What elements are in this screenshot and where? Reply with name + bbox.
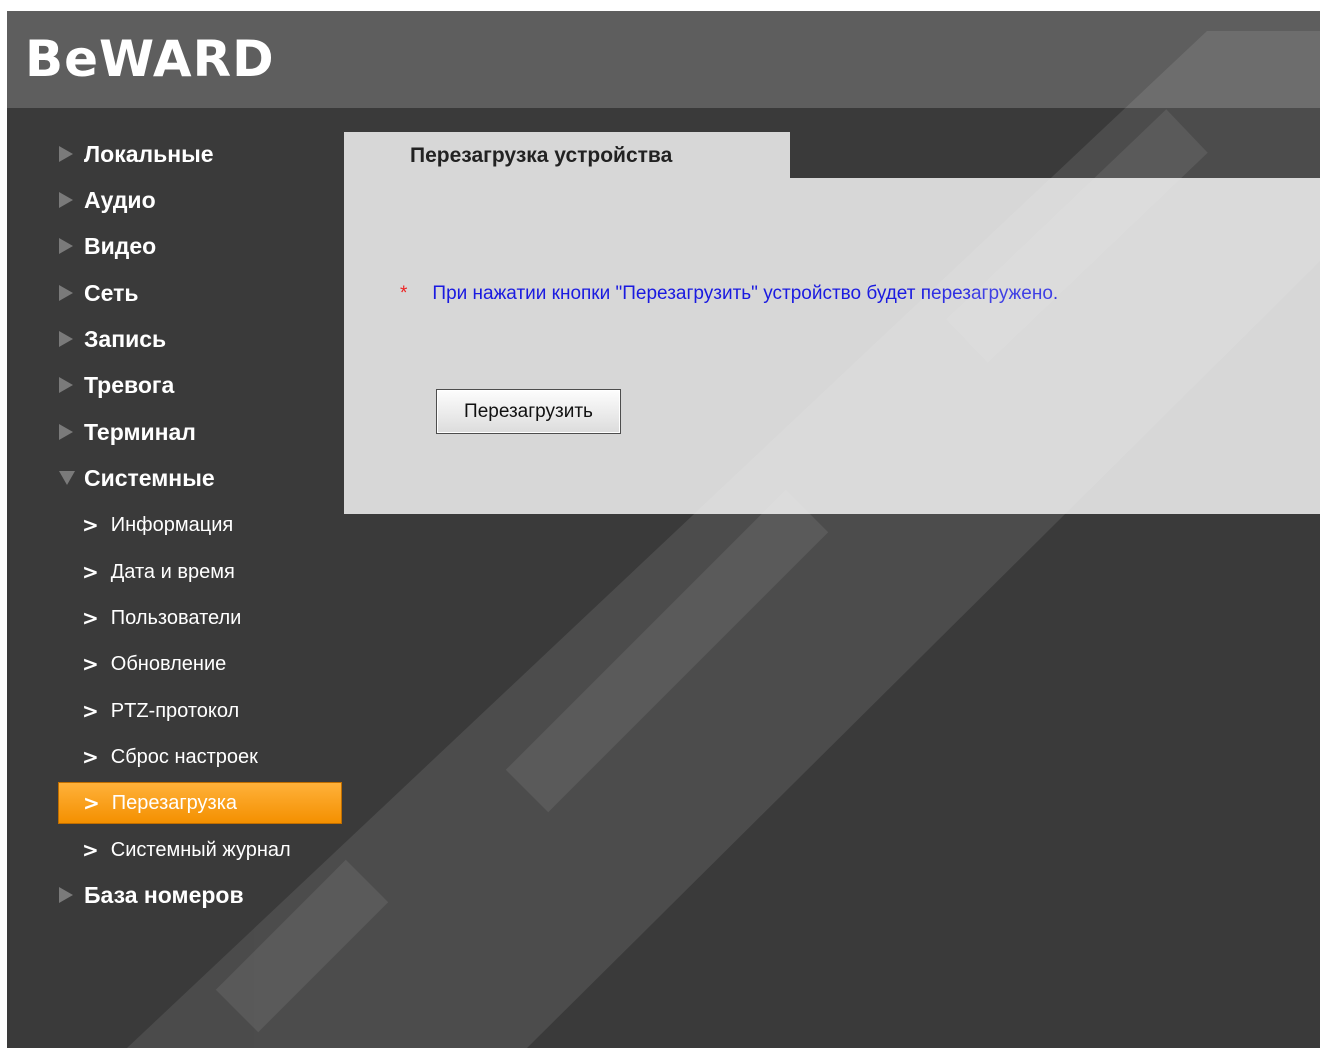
sidebar-item-local[interactable]: Локальные: [59, 134, 214, 174]
sidebar-subitem-label: Системный журнал: [110, 838, 291, 861]
sidebar-subitem-label: Информация: [110, 513, 234, 536]
sidebar-subitem-label: Перезагрузка: [111, 791, 238, 814]
sidebar-item-terminal[interactable]: Терминал: [59, 412, 196, 452]
sidebar-item-video[interactable]: Видео: [59, 226, 156, 266]
sidebar-subitem-users[interactable]: > Пользователи: [58, 597, 342, 639]
sidebar-item-number-base[interactable]: База номеров: [59, 875, 244, 915]
app-frame: BeWARD Локальные Аудио Видео Сеть Запись…: [7, 11, 1320, 1048]
triangle-right-icon: [59, 285, 73, 301]
reboot-note-text: При нажатии кнопки "Перезагрузить" устро…: [432, 283, 1059, 304]
sidebar-item-network[interactable]: Сеть: [59, 273, 139, 313]
triangle-right-icon: [59, 238, 73, 254]
sidebar-item-label: Системные: [84, 464, 215, 491]
sidebar-item-recording[interactable]: Запись: [59, 319, 166, 359]
chevron-right-icon: >: [82, 652, 99, 676]
chevron-right-icon: >: [82, 560, 99, 584]
sidebar-item-label: База номеров: [84, 881, 244, 908]
sidebar-subitem-datetime[interactable]: > Дата и время: [58, 551, 342, 593]
sidebar-item-label: Запись: [84, 325, 167, 352]
sidebar-item-label: Видео: [84, 232, 157, 259]
sidebar-item-system[interactable]: Системные: [59, 458, 215, 498]
chevron-right-icon: >: [82, 699, 99, 723]
sidebar-item-label: Сеть: [84, 279, 139, 306]
sidebar-item-label: Аудио: [84, 186, 156, 213]
sidebar-item-alarm[interactable]: Тревога: [59, 365, 174, 405]
sidebar-subitem-syslog[interactable]: > Системный журнал: [58, 829, 342, 871]
triangle-right-icon: [59, 377, 73, 393]
sidebar-subitem-label: Пользователи: [110, 606, 242, 629]
chevron-right-icon: >: [82, 606, 99, 630]
reboot-button[interactable]: Перезагрузить: [436, 389, 621, 434]
sidebar-item-label: Локальные: [84, 140, 214, 167]
sidebar-item-label: Терминал: [84, 418, 196, 445]
chevron-right-icon: >: [82, 745, 99, 769]
sidebar-subitem-info[interactable]: > Информация: [58, 504, 342, 546]
sidebar-subitem-label: Дата и время: [110, 560, 235, 583]
required-marker: *: [400, 283, 408, 304]
sidebar-subitem-label: PTZ-протокол: [110, 699, 240, 722]
sidebar-subitem-reset[interactable]: > Сброс настроек: [58, 736, 342, 778]
tab-reboot-device[interactable]: Перезагрузка устройства: [344, 132, 790, 179]
triangle-right-icon: [59, 424, 73, 440]
triangle-right-icon: [59, 331, 73, 347]
sidebar-item-label: Тревога: [84, 371, 175, 398]
sidebar-subitem-reboot[interactable]: > Перезагрузка: [58, 782, 342, 824]
brand-logo: BeWARD: [25, 30, 275, 88]
header-bar: BeWARD: [7, 11, 1320, 108]
chevron-right-icon: >: [82, 838, 99, 862]
sidebar-subitem-ptz[interactable]: > PTZ-протокол: [58, 690, 342, 732]
sidebar-subitem-label: Сброс настроек: [110, 745, 258, 768]
triangle-right-icon: [59, 192, 73, 208]
triangle-right-icon: [59, 146, 73, 162]
chevron-right-icon: >: [83, 791, 100, 815]
sidebar-subitem-label: Обновление: [110, 652, 227, 675]
reboot-note: * При нажатии кнопки "Перезагрузить" уст…: [400, 283, 1058, 305]
triangle-down-icon: [59, 471, 75, 485]
sidebar-item-audio[interactable]: Аудио: [59, 180, 156, 220]
sidebar-subitem-update[interactable]: > Обновление: [58, 643, 342, 685]
content-panel: [344, 178, 1320, 514]
triangle-right-icon: [59, 887, 73, 903]
chevron-right-icon: >: [82, 513, 99, 537]
